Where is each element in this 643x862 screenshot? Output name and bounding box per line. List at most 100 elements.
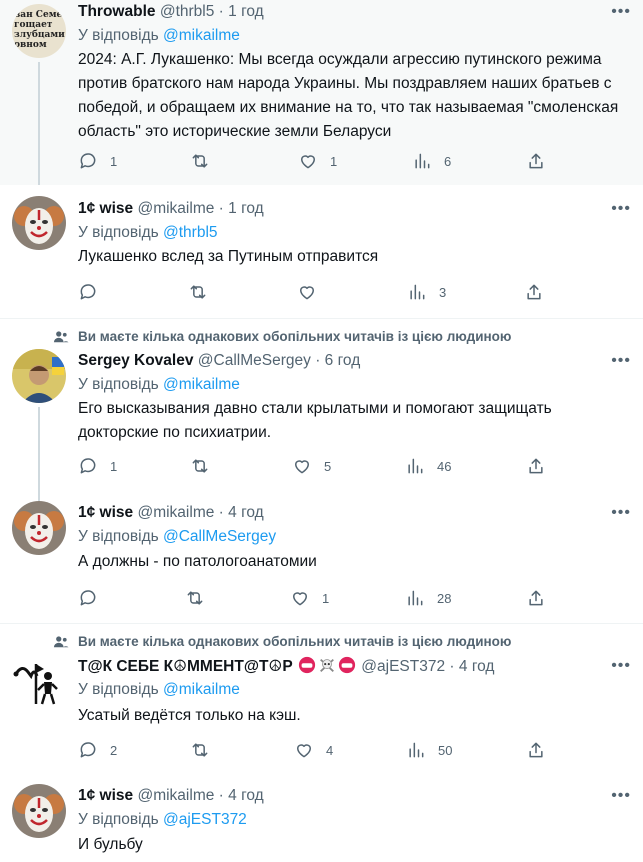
author-handle[interactable]: @mikailme: [137, 787, 214, 804]
people-icon: [53, 636, 69, 648]
clown-avatar-icon: [12, 196, 66, 250]
views-button[interactable]: 50: [406, 740, 452, 760]
reply-count: 2: [110, 742, 118, 758]
like-button[interactable]: 1: [298, 151, 337, 171]
reply-to-link[interactable]: @mikailme: [163, 27, 240, 44]
tweet-header: 1¢ wise @mikailme · 1 год: [78, 199, 264, 219]
views-button[interactable]: 6: [412, 151, 451, 171]
author-handle[interactable]: @mikailme: [137, 200, 214, 217]
views-icon: [415, 153, 430, 169]
author-name[interactable]: Throwable: [78, 3, 156, 20]
share-button[interactable]: [526, 151, 546, 171]
reply-context: У відповідь @mikailme: [78, 26, 240, 46]
avatar[interactable]: ван Семе гощает злубцами овном: [12, 4, 66, 58]
reply-icon: [80, 458, 96, 474]
author-name[interactable]: 1¢ wise: [78, 504, 133, 521]
reply-icon: [80, 284, 96, 300]
reply-button[interactable]: [78, 282, 110, 302]
mask-emoji-icon: [298, 656, 316, 674]
author-name[interactable]: Т@К СЕБЕ К☮ММЕНТ@Т☮Р: [78, 658, 293, 675]
reply-context: У відповідь @ajEST372: [78, 810, 247, 830]
retweet-button[interactable]: [190, 151, 222, 171]
more-options-icon[interactable]: •••: [611, 786, 631, 806]
reply-prefix: У відповідь: [78, 376, 159, 393]
views-button[interactable]: 3: [407, 282, 446, 302]
share-button[interactable]: [526, 588, 546, 608]
avatar[interactable]: [12, 784, 66, 838]
retweet-button[interactable]: [185, 588, 217, 608]
views-count: 50: [438, 742, 453, 758]
action-bar: 1 28: [0, 588, 643, 608]
reply-to-link[interactable]: @mikailme: [163, 681, 240, 698]
retweet-button[interactable]: [188, 282, 220, 302]
like-button[interactable]: [297, 282, 329, 302]
author-handle[interactable]: @thrbl5: [160, 3, 215, 20]
heart-icon: [297, 744, 311, 758]
views-icon: [408, 590, 423, 606]
share-icon: [527, 284, 541, 300]
reply-button[interactable]: [78, 588, 110, 608]
tweet-ajest372[interactable]: Ви маєте кілька однакових обопільних чит…: [0, 624, 643, 774]
social-context: Ви маєте кілька однакових обопільних чит…: [78, 634, 512, 649]
views-button[interactable]: 28: [405, 588, 451, 608]
reply-prefix: У відповідь: [78, 224, 159, 241]
reply-to-link[interactable]: @mikailme: [163, 376, 240, 393]
author-handle[interactable]: @CallMeSergey: [198, 352, 311, 369]
avatar[interactable]: [12, 654, 66, 708]
reply-to-link[interactable]: @ajEST372: [163, 811, 247, 828]
clown-avatar-icon: [12, 501, 66, 555]
author-name[interactable]: Sergey Kovalev: [78, 352, 193, 369]
timestamp[interactable]: 6 год: [325, 352, 361, 369]
more-options-icon[interactable]: •••: [611, 2, 631, 22]
reply-count: 1: [110, 153, 118, 169]
retweet-icon: [187, 591, 203, 605]
share-button[interactable]: [524, 282, 544, 302]
like-button[interactable]: 5: [292, 456, 331, 476]
tweet-mikailme-2[interactable]: 1¢ wise @mikailme · 4 год ••• У відповід…: [0, 495, 643, 620]
avatar-newspaper-text: ван Семе гощает злубцами овном: [14, 10, 65, 50]
tweet-text: 2024: А.Г. Лукашенко: Мы всегда осуждали…: [78, 51, 619, 140]
views-button[interactable]: 46: [405, 456, 451, 476]
separator-dot: ·: [218, 504, 224, 521]
reply-to-link[interactable]: @CallMeSergey: [163, 528, 276, 545]
avatar[interactable]: [12, 196, 66, 250]
more-options-icon[interactable]: •••: [611, 199, 631, 219]
more-options-icon[interactable]: •••: [611, 656, 631, 676]
separator-dot: ·: [315, 352, 321, 369]
avatar[interactable]: [12, 501, 66, 555]
author-handle[interactable]: @mikailme: [137, 504, 214, 521]
like-button[interactable]: 4: [294, 740, 333, 760]
reply-prefix: У відповідь: [78, 811, 159, 828]
author-name[interactable]: 1¢ wise: [78, 787, 133, 804]
reply-to-link[interactable]: @thrbl5: [163, 224, 218, 241]
like-count: 1: [322, 590, 330, 606]
timestamp[interactable]: 4 год: [459, 658, 495, 675]
tweet-mikailme-3[interactable]: 1¢ wise @mikailme · 4 год ••• У відповід…: [0, 778, 643, 862]
action-bar: 2 4 50: [0, 740, 643, 760]
tweet-header: 1¢ wise @mikailme · 4 год: [78, 503, 264, 523]
author-handle[interactable]: @ajEST372: [361, 658, 445, 675]
retweet-button[interactable]: [190, 740, 222, 760]
retweet-button[interactable]: [190, 456, 222, 476]
timestamp[interactable]: 4 год: [228, 504, 264, 521]
share-button[interactable]: [526, 456, 546, 476]
share-button[interactable]: [526, 740, 546, 760]
reply-button[interactable]: 1: [78, 456, 117, 476]
views-icon: [409, 742, 424, 758]
reply-button[interactable]: 2: [78, 740, 117, 760]
author-name[interactable]: 1¢ wise: [78, 200, 133, 217]
tweet-text: Усатый ведётся только на кэш.: [78, 707, 301, 724]
avatar[interactable]: [12, 349, 66, 403]
tweet-throwable[interactable]: ван Семе гощает злубцами овном Throwable…: [0, 0, 643, 185]
more-options-icon[interactable]: •••: [611, 351, 631, 371]
more-options-icon[interactable]: •••: [611, 503, 631, 523]
timestamp[interactable]: 1 год: [228, 200, 264, 217]
views-count: 46: [437, 458, 452, 474]
timestamp[interactable]: 1 год: [228, 3, 264, 20]
reply-button[interactable]: 1: [78, 151, 117, 171]
like-button[interactable]: 1: [290, 588, 329, 608]
timestamp[interactable]: 4 год: [228, 787, 264, 804]
tweet-mikailme-1[interactable]: 1¢ wise @mikailme · 1 год ••• У відповід…: [0, 190, 643, 315]
clown-avatar-icon: [12, 784, 66, 838]
separator-dot: ·: [218, 3, 224, 20]
